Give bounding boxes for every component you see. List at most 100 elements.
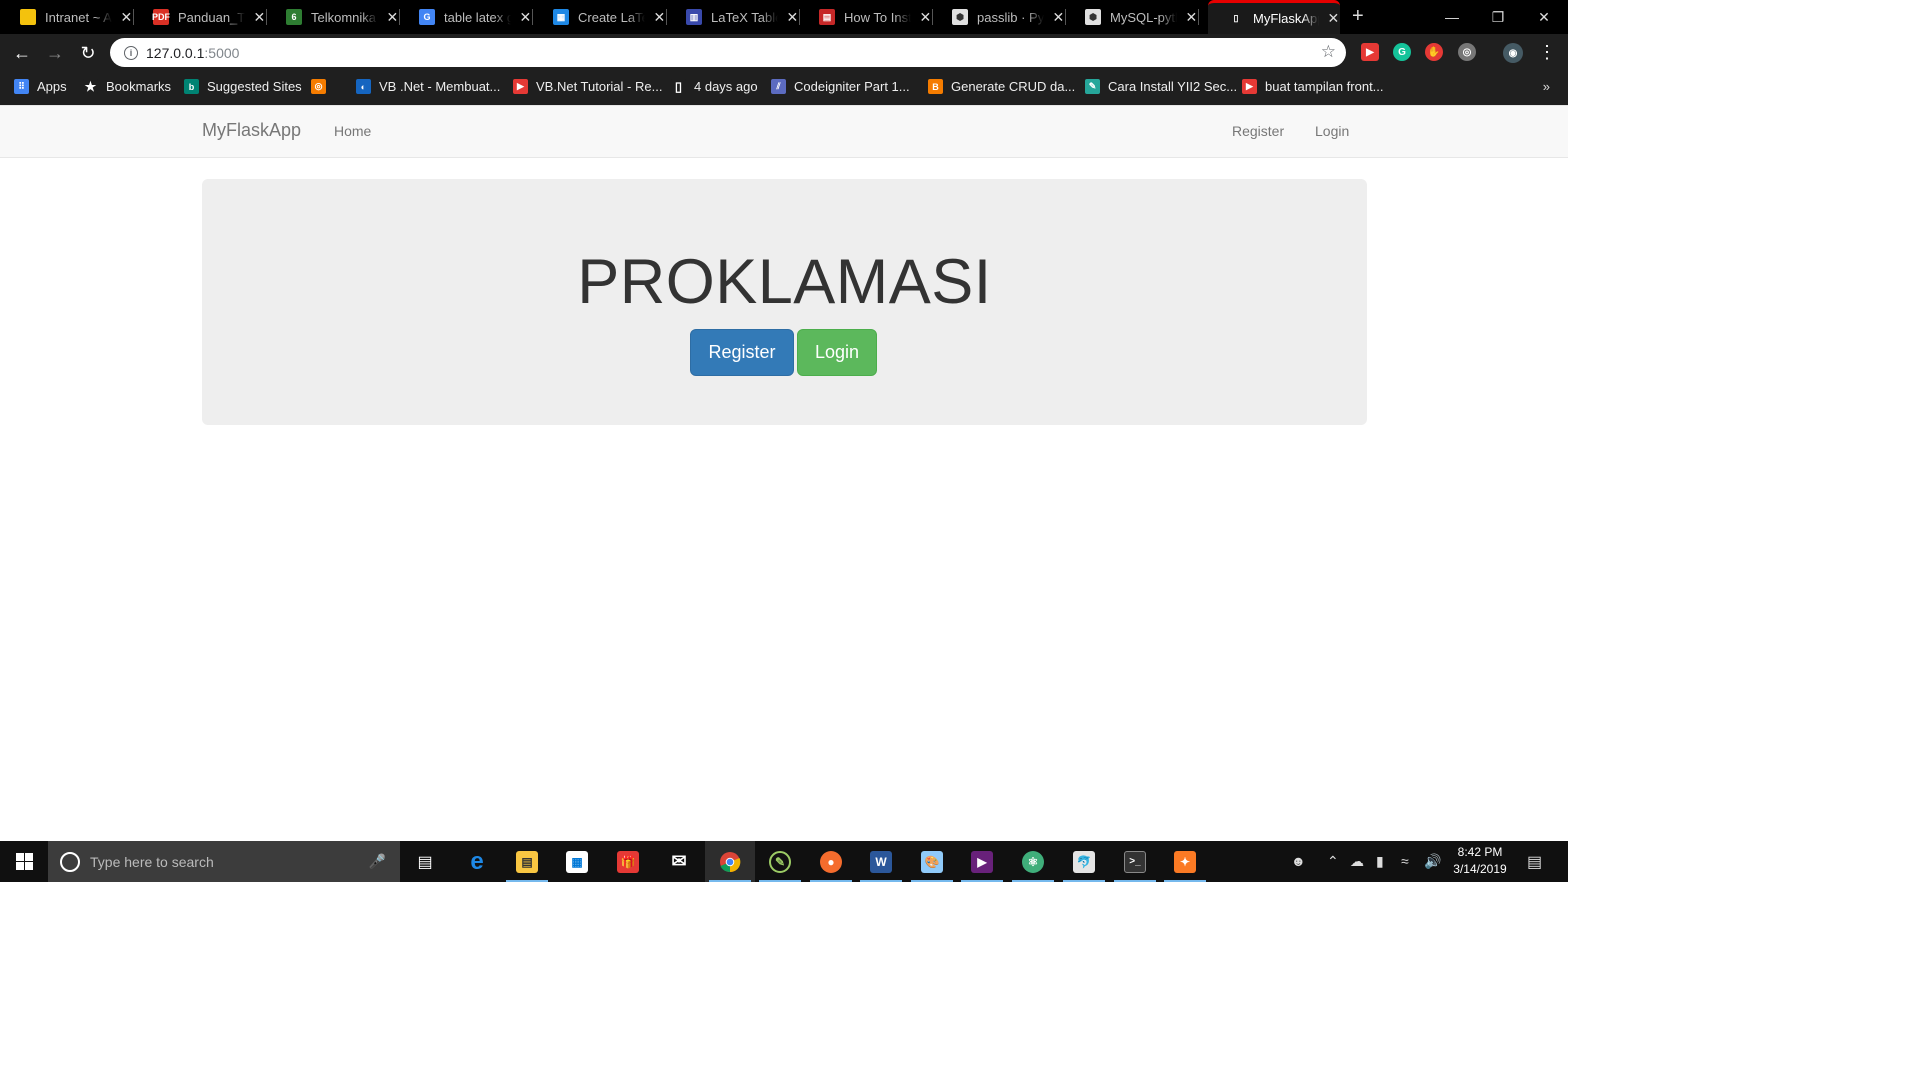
file-explorer-icon[interactable]: ▤ (502, 841, 552, 882)
close-tab-icon[interactable]: ✕ (1185, 9, 1198, 26)
nav-register-link[interactable]: Register (1232, 123, 1284, 139)
close-tab-icon[interactable]: ✕ (1327, 10, 1340, 27)
people-icon[interactable]: ☻ (1291, 853, 1306, 869)
browser-tab[interactable]: ▤ How To Insta ✕ (799, 0, 933, 34)
paint-icon[interactable]: 🎨 (907, 841, 957, 882)
reload-icon[interactable]: ↻ (75, 40, 101, 66)
chrome-icon[interactable] (705, 841, 755, 882)
bookmark-item[interactable]: ◎ (311, 79, 334, 94)
adblock-hand-icon[interactable]: ✋ (1425, 43, 1443, 61)
xampp-icon[interactable]: ✦ (1160, 841, 1210, 882)
profile-avatar-icon[interactable]: ◉ (1503, 43, 1523, 63)
browser-tab[interactable]: Gtable latex g ✕ (399, 0, 533, 34)
nav-login-link[interactable]: Login (1315, 123, 1349, 139)
onedrive-icon[interactable]: ☁ (1350, 853, 1364, 870)
show-hidden-icons[interactable]: ⌃ (1327, 853, 1339, 870)
bookmark-item[interactable]: ★ Bookmarks (83, 79, 171, 94)
back-icon[interactable]: ← (9, 40, 35, 66)
grammarly-icon[interactable]: G (1393, 43, 1411, 61)
pypi-icon: ⬢ (1085, 9, 1101, 25)
browser-tab[interactable]: ▥ LaTeX Tables ✕ (666, 0, 800, 34)
bookmark-item[interactable]: ◐ VB .Net - Membuat... (356, 79, 500, 94)
volume-icon[interactable]: 🔊 (1424, 853, 1441, 870)
site-info-icon[interactable]: i (124, 45, 138, 60)
close-tab-icon[interactable]: ✕ (653, 9, 666, 26)
bookmark-label: VB .Net - Membuat... (379, 79, 501, 94)
browser-tab[interactable]: ▯ MyFlaskApp ✕ (1208, 0, 1340, 34)
close-tab-icon[interactable]: ✕ (919, 9, 932, 26)
bookmark-item[interactable]: ▯ 4 days ago (671, 79, 758, 94)
bookmark-item[interactable]: ✎ Cara Install YII2 Sec... (1085, 79, 1237, 94)
origin-icon[interactable]: ● (806, 841, 856, 882)
bookmark-star-icon[interactable]: ☆ (1321, 42, 1336, 62)
battery-icon[interactable]: ▮ (1376, 853, 1384, 870)
globe-extension-icon[interactable]: ◎ (1458, 43, 1476, 61)
microphone-icon[interactable]: 🎤 (369, 853, 386, 870)
mysql-workbench-icon[interactable]: 🐬 (1059, 841, 1109, 882)
close-tab-icon[interactable]: ✕ (386, 9, 399, 26)
restore-icon[interactable]: ❐ (1475, 0, 1521, 34)
visual-studio-icon[interactable]: ▶ (957, 841, 1007, 882)
edge-icon[interactable]: e (452, 841, 502, 882)
mail-icon[interactable]: ✉ (654, 841, 704, 882)
pypi-icon: ⬢ (952, 9, 968, 25)
bookmarks-overflow-button[interactable]: » (1543, 79, 1550, 94)
action-center-icon[interactable]: ▤ (1527, 852, 1542, 872)
taskbar-search-box[interactable]: Type here to search 🎤 (48, 841, 400, 882)
bookmark-item[interactable]: ▶ buat tampilan front... (1242, 79, 1384, 94)
tab-title: Intranet ~ Ap (45, 9, 112, 25)
close-tab-icon[interactable]: ✕ (253, 9, 266, 26)
gift-app-icon[interactable]: 🎁 (603, 841, 653, 882)
system-clock[interactable]: 8:42 PM 3/14/2019 (1444, 844, 1516, 878)
minimize-icon[interactable]: — (1429, 0, 1475, 34)
browser-tab[interactable]: ▦ Create LaTeX ✕ (533, 0, 667, 34)
start-button[interactable] (0, 841, 48, 882)
apps-grid-icon: ⠿ (14, 79, 29, 94)
bookmark-item[interactable]: B Generate CRUD da... (928, 79, 1075, 94)
bookmark-label: Generate CRUD da... (951, 79, 1076, 94)
close-tab-icon[interactable]: ✕ (1052, 9, 1065, 26)
browser-menu-icon[interactable]: ⋮ (1538, 42, 1556, 63)
nav-home-link[interactable]: Home (334, 123, 371, 139)
tab-title: passlib · PyPI (977, 9, 1044, 25)
word-icon[interactable]: W (856, 841, 906, 882)
blogger-icon: B (928, 79, 943, 94)
clock-time: 8:42 PM (1457, 845, 1503, 859)
browser-tab[interactable]: Intranet ~ Ap ✕ (0, 0, 134, 34)
windows-logo-icon (15, 853, 33, 870)
windows-taskbar: Type here to search 🎤 ▤ e ▤ ▦ 🎁 ✉ ✎ ● W … (0, 841, 1568, 882)
close-window-icon[interactable]: ✕ (1521, 0, 1567, 34)
search-placeholder: Type here to search (90, 853, 214, 870)
close-tab-icon[interactable]: ✕ (786, 9, 799, 26)
task-view-icon[interactable]: ▤ (400, 841, 450, 882)
browser-tab[interactable]: 6 Telkomnika ✕ (266, 0, 400, 34)
atom-icon[interactable]: ⚛ (1008, 841, 1058, 882)
bookmark-item[interactable]: ⫽ Codeigniter Part 1... (771, 79, 910, 94)
inkscape-pen-icon[interactable]: ✎ (755, 841, 805, 882)
tab-title: LaTeX Tables (711, 9, 778, 25)
forward-icon[interactable]: → (42, 40, 68, 66)
extension-red-icon[interactable]: ▶ (1361, 43, 1379, 61)
youtube-icon: ▶ (513, 79, 528, 94)
wifi-icon[interactable]: ≈ (1401, 853, 1409, 869)
login-button[interactable]: Login (797, 329, 877, 376)
store-icon[interactable]: ▦ (552, 841, 602, 882)
navbar-brand[interactable]: MyFlaskApp (202, 120, 301, 141)
page-icon: ▯ (671, 79, 686, 94)
browser-tab[interactable]: ⬢ MySQL-pytho ✕ (1065, 0, 1199, 34)
tab-title: Panduan_Tu (178, 9, 245, 25)
bookmark-item[interactable]: b Suggested Sites (184, 79, 302, 94)
close-tab-icon[interactable]: ✕ (519, 9, 532, 26)
new-tab-button[interactable]: + (1352, 5, 1364, 28)
bookmark-item[interactable]: ⠿ Apps (14, 79, 67, 94)
bookmark-item[interactable]: ▶ VB.Net Tutorial - Re... (513, 79, 662, 94)
google-icon: G (419, 9, 435, 25)
register-button[interactable]: Register (690, 329, 794, 376)
close-tab-icon[interactable]: ✕ (120, 9, 133, 26)
bing-icon: b (184, 79, 199, 94)
browser-tab[interactable]: ⬢ passlib · PyPI ✕ (932, 0, 1066, 34)
command-prompt-icon[interactable]: >_ (1110, 841, 1160, 882)
tables-generator-icon: ▦ (553, 9, 569, 25)
browser-tab[interactable]: PDF Panduan_Tu ✕ (133, 0, 267, 34)
address-bar[interactable]: i 127.0.0.1:5000 ☆ (110, 38, 1346, 67)
